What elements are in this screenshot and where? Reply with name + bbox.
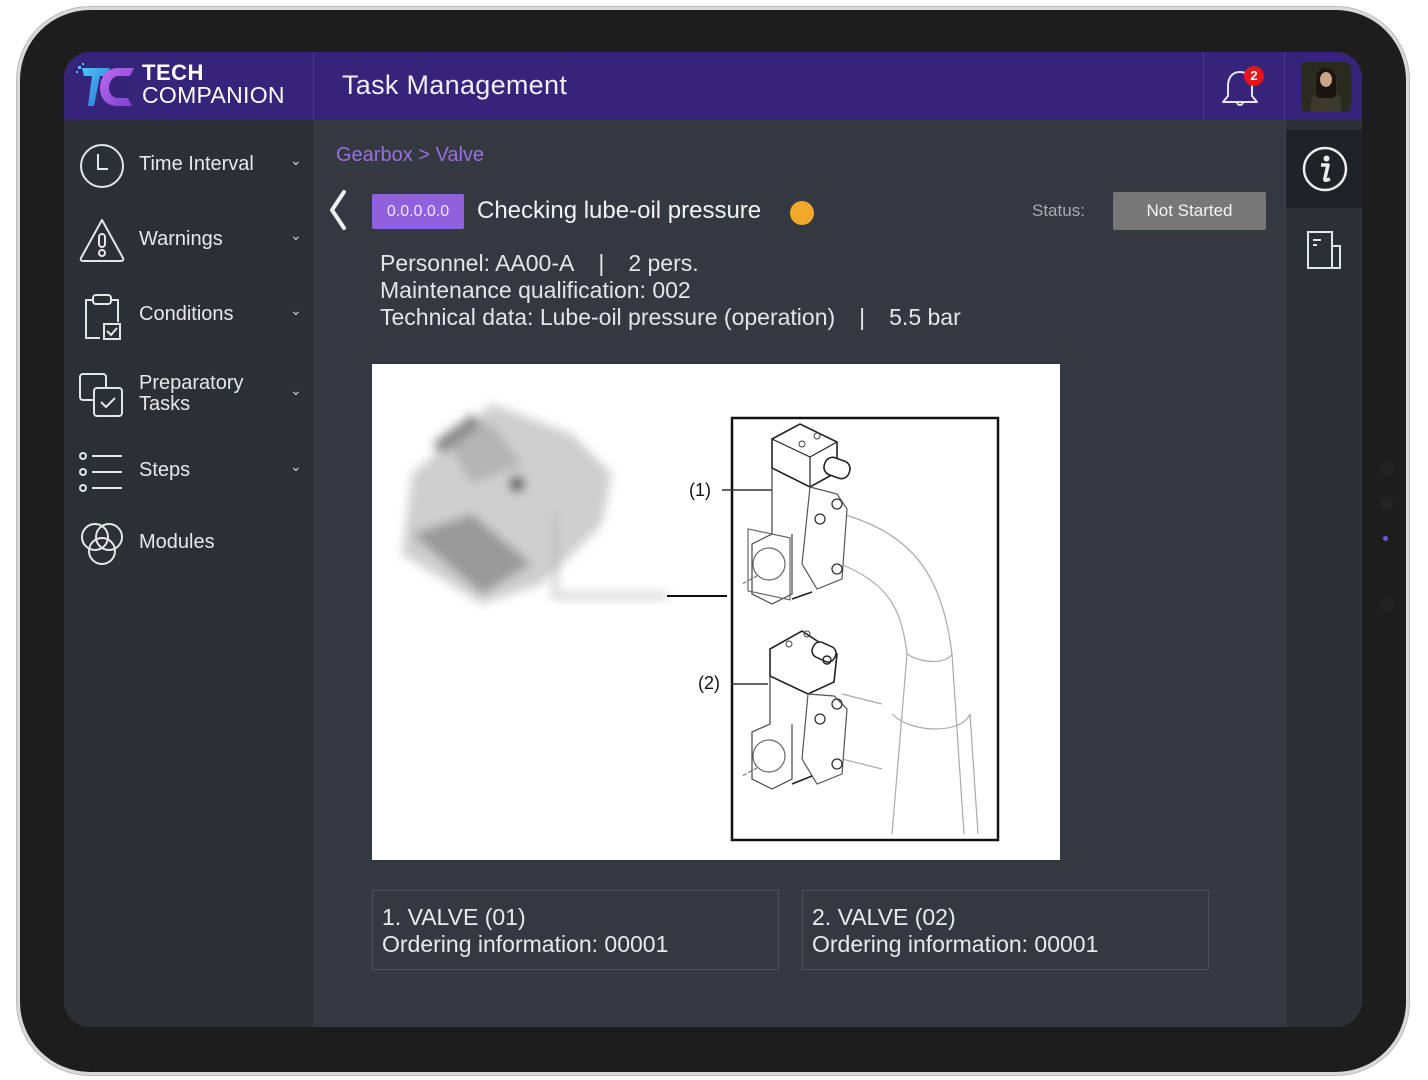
chevron-down-icon: ⌄ bbox=[290, 382, 302, 398]
separator: | bbox=[859, 304, 866, 330]
technical-data-value: 5.5 bar bbox=[889, 304, 961, 330]
valve-1-drawing bbox=[741, 423, 851, 605]
chevron-down-icon: ⌄ bbox=[290, 302, 302, 318]
list-icon bbox=[79, 452, 122, 492]
sidebar-item-preparatory-tasks[interactable]: Preparatory Tasks ⌄ bbox=[64, 364, 314, 424]
document-icon bbox=[1307, 231, 1341, 269]
camera bbox=[1383, 536, 1388, 541]
valve-2-drawing bbox=[741, 630, 848, 790]
notifications-button[interactable]: 2 bbox=[1203, 52, 1285, 120]
chevron-down-icon: ⌄ bbox=[290, 227, 302, 243]
sidebar-item-label: Modules bbox=[139, 531, 215, 553]
info-button[interactable] bbox=[1286, 130, 1362, 208]
status-button[interactable]: Not Started bbox=[1113, 192, 1266, 230]
part-card-2[interactable]: 2. VALVE (02) Ordering information: 0000… bbox=[802, 890, 1209, 970]
callout-1: (1) bbox=[689, 480, 711, 500]
sidebar-item-label: Conditions bbox=[139, 303, 234, 325]
document-button[interactable] bbox=[1286, 212, 1362, 290]
notification-badge: 2 bbox=[1244, 66, 1264, 86]
valve-illustration[interactable]: (1) (2) bbox=[372, 364, 1060, 860]
sidebar: Time Interval ⌄ Warnings ⌄ Conditions ⌄ bbox=[64, 120, 315, 1027]
sensor bbox=[1380, 462, 1394, 476]
sidebar-item-label: Steps bbox=[139, 459, 191, 481]
info-icon bbox=[1302, 146, 1348, 192]
sidebar-item-label: Warnings bbox=[139, 228, 223, 250]
app-screen: TECH COMPANION Task Management 2 Time In… bbox=[64, 52, 1362, 1027]
task-title: Checking lube-oil pressure bbox=[477, 197, 762, 224]
status-label: Status: bbox=[1032, 201, 1085, 220]
checkbox-stack-icon bbox=[79, 373, 123, 417]
breadcrumb[interactable]: Gearbox > Valve bbox=[336, 144, 484, 167]
separator: | bbox=[598, 250, 605, 276]
valve-drawing: (1) (2) bbox=[402, 404, 1000, 842]
sidebar-item-steps[interactable]: Steps ⌄ bbox=[64, 440, 314, 500]
sidebar-item-warnings[interactable]: Warnings ⌄ bbox=[64, 209, 314, 269]
circles-icon bbox=[81, 523, 123, 565]
technical-data-row: Technical data: Lube-oil pressure (opera… bbox=[380, 304, 961, 331]
engine-overview-blurred bbox=[402, 404, 612, 604]
sidebar-item-modules[interactable]: Modules bbox=[64, 512, 314, 572]
task-info: Personnel: AA00-A | 2 pers. Maintenance qu… bbox=[380, 250, 961, 331]
page-title: Task Management bbox=[342, 70, 568, 100]
clipboard-check-icon bbox=[85, 294, 121, 340]
label-line: Preparatory bbox=[139, 372, 244, 394]
personnel-count: 2 pers. bbox=[628, 250, 699, 276]
part-card-1[interactable]: 1. VALVE (01) Ordering information: 0000… bbox=[372, 890, 779, 970]
task-code-badge: 0.0.0.0.0 bbox=[372, 194, 464, 229]
sidebar-item-label: Preparatory Tasks bbox=[139, 373, 244, 415]
right-rail bbox=[1285, 120, 1362, 1027]
sensor bbox=[1380, 598, 1394, 612]
tc-logo-icon bbox=[76, 63, 134, 106]
part-name: 1. VALVE (01) bbox=[382, 904, 526, 930]
logo-text-companion: COMPANION bbox=[142, 82, 285, 108]
sidebar-item-time-interval[interactable]: Time Interval ⌄ bbox=[64, 134, 314, 194]
label-line: Tasks bbox=[139, 393, 191, 415]
logo-text-tech: TECH bbox=[142, 60, 204, 85]
qualification-row: Maintenance qualification: 002 bbox=[380, 277, 691, 303]
sensor bbox=[1380, 496, 1394, 510]
callout-2: (2) bbox=[698, 673, 720, 693]
part-ordering-info: Ordering information: 00001 bbox=[382, 931, 669, 957]
warning-icon bbox=[79, 219, 125, 262]
chevron-down-icon: ⌄ bbox=[290, 458, 302, 474]
user-avatar[interactable] bbox=[1301, 62, 1351, 112]
app-logo[interactable]: TECH COMPANION bbox=[64, 52, 314, 120]
sidebar-item-conditions[interactable]: Conditions ⌄ bbox=[64, 284, 314, 344]
chevron-down-icon: ⌄ bbox=[290, 152, 302, 168]
back-chevron-icon[interactable] bbox=[326, 188, 350, 232]
top-bar: TECH COMPANION Task Management 2 bbox=[64, 52, 1362, 120]
technical-data-label: Technical data: Lube-oil pressure (opera… bbox=[380, 304, 836, 330]
part-ordering-info: Ordering information: 00001 bbox=[812, 931, 1099, 957]
personnel-row: Personnel: AA00-A | 2 pers. bbox=[380, 250, 961, 277]
part-name: 2. VALVE (02) bbox=[812, 904, 956, 930]
personnel-label: Personnel: AA00-A bbox=[380, 250, 575, 276]
clock-icon bbox=[80, 144, 124, 188]
status-indicator-dot bbox=[790, 201, 814, 225]
sidebar-item-label: Time Interval bbox=[139, 153, 254, 175]
